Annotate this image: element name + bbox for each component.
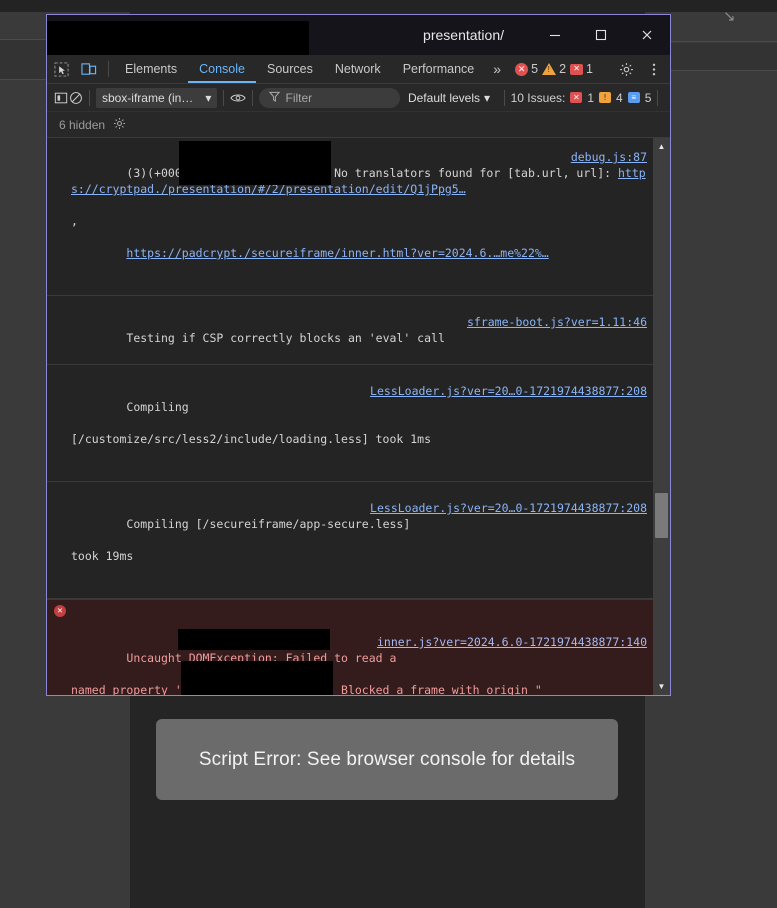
message-source-link[interactable]: debug.js:87 xyxy=(571,149,647,165)
message-url-2[interactable]: https://padcrypt. xyxy=(126,246,244,260)
tab-performance[interactable]: Performance xyxy=(392,55,486,83)
issue-info-icon: ≡ xyxy=(627,92,640,103)
console-error-row[interactable]: ✕ inner.js?ver=2024.6.0-1721974438877:14… xyxy=(47,599,653,695)
console-message-row[interactable]: sframe-boot.js?ver=1.11:46 Testing if CS… xyxy=(47,296,653,365)
message-text: Compiling [/secureiframe/app-secure.less… xyxy=(126,517,411,531)
tab-elements[interactable]: Elements xyxy=(114,55,188,83)
warning-triangle-icon xyxy=(542,63,557,75)
script-error-toast-text: Script Error: See browser console for de… xyxy=(198,748,576,770)
kebab-menu-icon[interactable] xyxy=(642,62,666,77)
issue-info-count: 5 xyxy=(644,90,652,105)
filter-input[interactable]: Filter xyxy=(258,87,400,108)
hidden-messages-label[interactable]: 6 hidden xyxy=(59,118,105,132)
devtools-window: presentation/ Elements Console Sources N… xyxy=(46,14,671,696)
console-sidebar-icon[interactable] xyxy=(53,87,68,109)
error-headline-2: named property 'editor' from 'Window': B… xyxy=(71,683,542,695)
script-error-toast: Script Error: See browser console for de… xyxy=(156,719,618,800)
redaction-overlay xyxy=(181,661,333,695)
more-tabs-icon[interactable]: » xyxy=(485,55,509,83)
console-scrollbar[interactable]: ▲ ▼ xyxy=(653,138,670,695)
error-source-link[interactable]: inner.js?ver=2024.6.0-1721974438877:140 xyxy=(377,634,647,650)
message-text: Compiling xyxy=(126,400,189,414)
tabbar-divider xyxy=(108,61,109,77)
devtools-tabbar: Elements Console Sources Network Perform… xyxy=(47,55,670,84)
gear-icon[interactable] xyxy=(614,62,638,77)
message-url-2-tail[interactable]: /secureiframe/inner.html?ver=2024.6.…me%… xyxy=(244,246,549,260)
live-expression-eye-icon[interactable] xyxy=(230,87,246,109)
cursor-scribble-icon: ↘ xyxy=(723,8,736,25)
message-source-link[interactable]: LessLoader.js?ver=20…0-1721974438877:208 xyxy=(370,383,647,399)
console-hidden-bar: 6 hidden xyxy=(47,112,670,138)
warning-count-value: 2 xyxy=(559,62,567,76)
device-toolbar-icon[interactable] xyxy=(75,55,103,83)
maximize-button[interactable] xyxy=(578,15,624,55)
chevron-down-icon: ▾ xyxy=(484,90,491,105)
log-levels-label: Default levels xyxy=(407,90,481,105)
issue-warning-icon: ! xyxy=(599,92,612,103)
redaction-overlay xyxy=(179,141,331,185)
message-text-continued: [/customize/src/less2/include/loading.le… xyxy=(71,432,432,446)
toolbar-divider-4 xyxy=(504,89,505,106)
scroll-up-arrow-icon[interactable]: ▲ xyxy=(653,138,670,155)
close-button[interactable] xyxy=(624,15,670,55)
context-selector[interactable]: sbox-iframe (in… ▾ xyxy=(95,87,218,108)
chevron-down-icon: ▾ xyxy=(205,90,212,105)
tab-sources[interactable]: Sources xyxy=(256,55,324,83)
message-source-link[interactable]: sframe-boot.js?ver=1.11:46 xyxy=(467,314,647,330)
warning-count[interactable]: 2 xyxy=(542,62,566,76)
issue-error-count: 1 xyxy=(587,90,595,105)
filter-icon xyxy=(268,91,280,105)
message-source-link[interactable]: LessLoader.js?ver=20…0-1721974438877:208 xyxy=(370,500,647,516)
message-text: Testing if CSP correctly blocks an 'eval… xyxy=(126,331,445,345)
devtools-titlebar: presentation/ xyxy=(47,15,670,55)
console-toolbar: sbox-iframe (in… ▾ Filter Default levels… xyxy=(47,84,670,112)
tab-network[interactable]: Network xyxy=(324,55,392,83)
scroll-down-arrow-icon[interactable]: ▼ xyxy=(653,678,670,695)
tab-console[interactable]: Console xyxy=(188,55,256,83)
issue-count[interactable]: ✕ 1 xyxy=(570,62,593,76)
app-top-strip xyxy=(0,0,777,12)
issue-warning-count: 4 xyxy=(616,90,623,105)
scrollbar-thumb[interactable] xyxy=(655,493,668,538)
error-count-value: 5 xyxy=(531,62,539,76)
minimize-button[interactable] xyxy=(532,15,578,55)
issue-count-value: 1 xyxy=(586,62,593,76)
redaction-overlay-title xyxy=(47,21,309,55)
inspect-element-icon[interactable] xyxy=(47,55,75,83)
devtools-issue-counts: ✕ 5 2 ✕ 1 xyxy=(515,55,670,83)
issues-label: 10 Issues: xyxy=(510,90,566,105)
console-message-row[interactable]: debug.js:87 (3)(+0000001): Not injecting… xyxy=(47,138,653,296)
redaction-overlay xyxy=(178,629,330,650)
message-comma: , xyxy=(71,214,78,228)
error-circle-icon: ✕ xyxy=(515,62,529,76)
message-text-continued: took 19ms xyxy=(71,549,134,563)
console-message-row[interactable]: LessLoader.js?ver=20…0-1721974438877:208… xyxy=(47,365,653,482)
toolbar-divider-5 xyxy=(657,89,658,106)
toolbar-divider-2 xyxy=(223,89,224,106)
window-controls xyxy=(532,15,670,55)
error-count[interactable]: ✕ 5 xyxy=(515,62,538,76)
console-message-row[interactable]: LessLoader.js?ver=20…0-1721974438877:208… xyxy=(47,482,653,599)
issues-summary[interactable]: 10 Issues: ✕ 1 ! 4 ≡ 5 xyxy=(511,91,652,105)
issue-square-icon: ✕ xyxy=(570,63,584,75)
log-levels-dropdown[interactable]: Default levels ▾ xyxy=(400,91,498,105)
filter-input-placeholder: Filter xyxy=(285,90,313,105)
toolbar-divider-3 xyxy=(251,89,253,106)
console-message-area[interactable]: debug.js:87 (3)(+0000001): Not injecting… xyxy=(47,138,670,695)
gear-icon[interactable] xyxy=(113,117,126,133)
console-scroll-content: debug.js:87 (3)(+0000001): Not injecting… xyxy=(47,138,653,695)
clear-console-icon[interactable] xyxy=(68,87,83,109)
issue-error-icon: ✕ xyxy=(570,92,583,103)
context-selector-value: sbox-iframe (in… xyxy=(101,90,194,105)
error-icon: ✕ xyxy=(54,605,66,617)
toolbar-divider-1 xyxy=(89,89,90,106)
